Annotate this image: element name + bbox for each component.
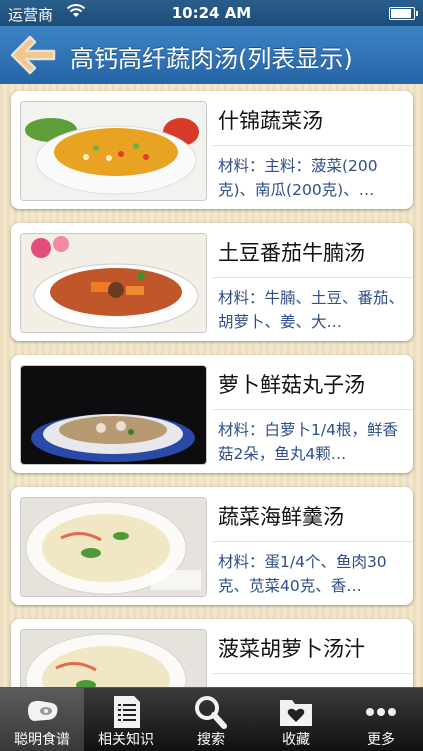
document-icon <box>114 696 140 728</box>
recipe-ingredients: 材料：白萝卜1/4根，鲜香菇2朵，鱼丸4颗… <box>218 421 398 463</box>
back-button[interactable] <box>8 31 58 79</box>
search-icon <box>195 696 227 729</box>
back-arrow-icon <box>10 35 56 75</box>
tab-smart-recipes[interactable]: 聪明食谱 <box>0 688 84 751</box>
tab-label: 更多 <box>367 732 395 748</box>
page-title: 高钙高纤蔬肉汤(列表显示) <box>70 45 353 73</box>
recipe-item[interactable]: 什锦蔬菜汤 材料：主料：菠菜(200克)、南瓜(200克)、… <box>11 91 413 209</box>
recipe-thumbnail <box>20 497 207 597</box>
tab-more[interactable]: 更多 <box>339 688 423 751</box>
recipe-ingredients: 材料：主料：菠菜(200克)、南瓜(200克)、… <box>218 157 378 199</box>
battery-icon <box>389 7 418 20</box>
divider <box>213 673 413 674</box>
tab-label: 聪明食谱 <box>14 732 70 748</box>
tab-label: 收藏 <box>282 732 310 748</box>
recipe-thumbnail <box>20 365 207 465</box>
tab-label: 搜索 <box>197 732 225 748</box>
recipe-thumbnail <box>20 101 207 201</box>
recipe-ingredients: 材料：蛋1/4个、鱼肉30克、苋菜40克、香… <box>218 553 387 595</box>
recipe-title: 蔬菜海鲜羹汤 <box>218 505 344 529</box>
heart-folder-icon <box>280 700 312 726</box>
recipe-item[interactable]: 菠菜胡萝卜汤汁 <box>11 619 413 687</box>
divider <box>213 145 413 146</box>
tab-label: 相关知识 <box>98 732 154 748</box>
recipe-list[interactable]: 什锦蔬菜汤 材料：主料：菠菜(200克)、南瓜(200克)、… 土豆番茄牛腩汤 … <box>0 84 423 687</box>
recipe-title: 什锦蔬菜汤 <box>218 109 323 133</box>
more-dots-icon <box>366 708 396 716</box>
navigation-bar: 高钙高纤蔬肉汤(列表显示) <box>0 26 423 85</box>
meat-icon <box>28 700 58 721</box>
recipe-title: 土豆番茄牛腩汤 <box>218 241 365 265</box>
recipe-item[interactable]: 蔬菜海鲜羹汤 材料：蛋1/4个、鱼肉30克、苋菜40克、香… <box>11 487 413 605</box>
tab-favorites[interactable]: 收藏 <box>254 688 338 751</box>
tab-related-knowledge[interactable]: 相关知识 <box>84 688 168 751</box>
divider <box>213 541 413 542</box>
tab-bar: 聪明食谱 相关知识 搜索 收藏 更多 <box>0 687 423 751</box>
recipe-thumbnail <box>20 233 207 333</box>
status-bar: 运营商 10:24 AM <box>0 0 423 26</box>
recipe-ingredients: 材料：牛腩、土豆、番茄、胡萝卜、姜、大… <box>218 289 405 331</box>
recipe-item[interactable]: 萝卜鲜菇丸子汤 材料：白萝卜1/4根，鲜香菇2朵，鱼丸4颗… <box>11 355 413 473</box>
divider <box>213 409 413 410</box>
divider <box>213 277 413 278</box>
tab-search[interactable]: 搜索 <box>169 688 253 751</box>
recipe-thumbnail <box>20 629 207 687</box>
recipe-title: 萝卜鲜菇丸子汤 <box>218 373 365 397</box>
recipe-item[interactable]: 土豆番茄牛腩汤 材料：牛腩、土豆、番茄、胡萝卜、姜、大… <box>11 223 413 341</box>
clock: 10:24 AM <box>171 4 252 22</box>
recipe-title: 菠菜胡萝卜汤汁 <box>218 637 365 661</box>
